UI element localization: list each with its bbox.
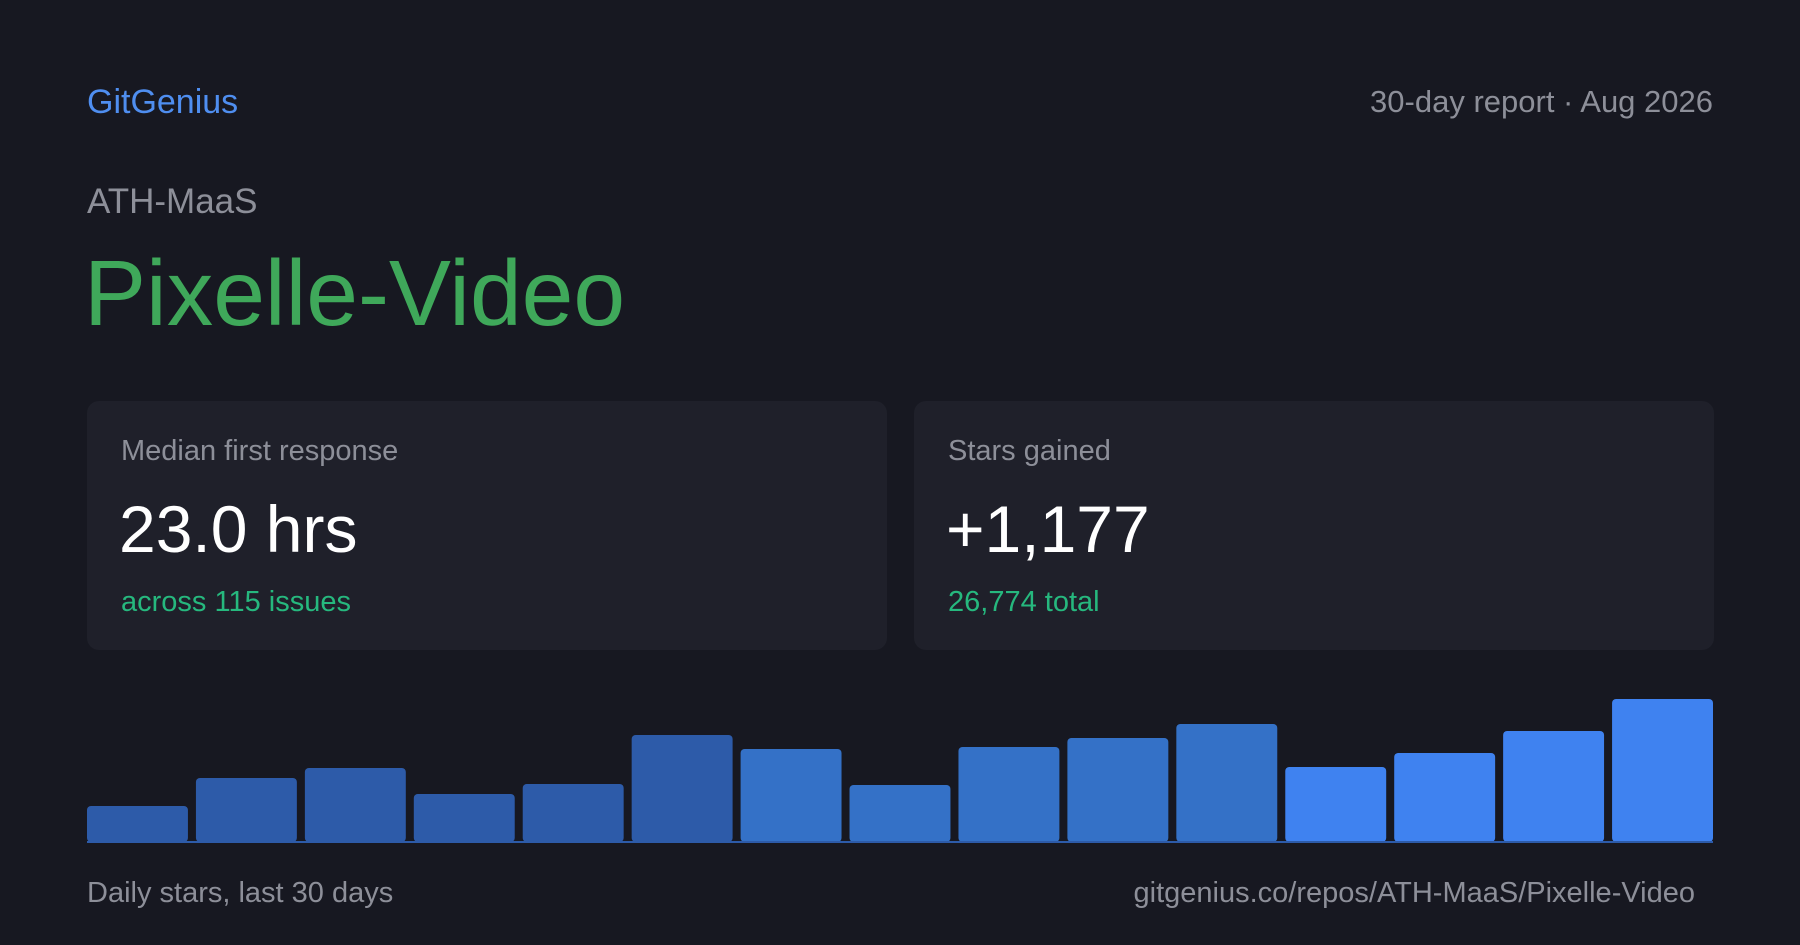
chart-bar: [1612, 699, 1713, 842]
card-value: +1,177: [946, 492, 1150, 566]
repo-url[interactable]: gitgenius.co/repos/ATH-MaaS/Pixelle-Vide…: [1134, 873, 1695, 913]
daily-stars-chart: [87, 690, 1713, 843]
report-card: GitGenius 30-day report · Aug 2026 ATH-M…: [0, 0, 1800, 945]
chart-baseline: [87, 841, 1713, 843]
chart-bar: [1285, 767, 1387, 842]
median-response-card: Median first response 23.0 hrs across 11…: [87, 401, 887, 650]
repo-name: Pixelle-Video: [84, 241, 626, 345]
card-subtext: 26,774 total: [948, 586, 1100, 618]
chart-bar: [522, 784, 624, 842]
brand-logo[interactable]: GitGenius: [87, 80, 238, 124]
chart-bar: [304, 768, 406, 842]
chart-bar: [87, 806, 188, 842]
daily-stars-chart-svg: [87, 699, 1713, 843]
chart-bar: [740, 749, 842, 842]
chart-bar: [1503, 731, 1605, 842]
chart-bar: [958, 747, 1060, 842]
stars-gained-card: Stars gained +1,177 26,774 total: [914, 401, 1714, 650]
chart-bar: [1176, 724, 1278, 842]
card-label: Stars gained: [948, 435, 1111, 467]
chart-bar: [195, 778, 297, 842]
chart-bar: [1394, 753, 1496, 842]
chart-caption: Daily stars, last 30 days: [87, 877, 394, 909]
chart-bar: [1067, 738, 1169, 842]
card-value: 23.0 hrs: [119, 492, 358, 566]
chart-bar: [413, 794, 515, 842]
report-period: 30-day report · Aug 2026: [1370, 84, 1713, 119]
repo-owner: ATH-MaaS: [87, 182, 258, 221]
card-subtext: across 115 issues: [121, 586, 351, 618]
chart-bar: [849, 785, 951, 842]
chart-bar: [631, 735, 733, 842]
card-label: Median first response: [121, 435, 399, 467]
